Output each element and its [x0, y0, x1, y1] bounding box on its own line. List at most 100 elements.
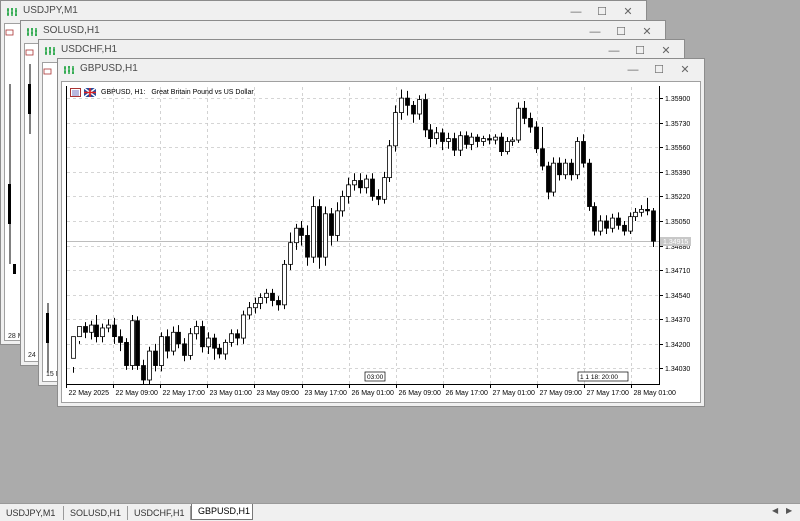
candle — [592, 202, 597, 236]
price-tick-label: 1.34030 — [665, 366, 690, 373]
chart-header: GBPUSD, H1: Great Britain Pound vs US Do… — [70, 88, 254, 97]
tab-scroll-left-icon[interactable]: ◀ — [772, 506, 778, 515]
chart-symbol-icon — [27, 28, 37, 36]
candle — [633, 207, 638, 221]
close-button[interactable]: ✕ — [676, 62, 694, 78]
tab-solusd[interactable]: SOLUSD,H1 — [64, 506, 128, 520]
candle — [458, 131, 463, 156]
time-tick-label: 23 May 01:00 — [210, 390, 253, 397]
minimize-button[interactable]: — — [624, 62, 642, 78]
candle — [200, 320, 205, 353]
candle — [352, 173, 357, 191]
tab-usdjpy[interactable]: USDJPY,M1 — [0, 506, 64, 520]
candle — [106, 319, 111, 333]
candle — [323, 206, 328, 266]
candle — [493, 134, 498, 145]
candle — [340, 190, 345, 217]
candle — [581, 134, 586, 168]
candle — [294, 223, 299, 250]
candle — [569, 158, 574, 181]
candle — [516, 102, 521, 143]
candle — [423, 93, 428, 138]
candle — [628, 212, 633, 234]
time-tick-label: 26 May 17:00 — [446, 390, 489, 397]
candle — [276, 296, 281, 311]
candlestick-chart[interactable]: 1.35900 1.35730 1.35560 1.35390 1.35220 1.350… — [62, 82, 698, 402]
candle — [417, 95, 422, 120]
candle — [563, 158, 568, 180]
candle — [346, 177, 351, 204]
chart-window-gbpusd[interactable]: GBPUSD,H1 — ☐ ✕ 1.35900 1.35730 1.35560 1.3… — [57, 58, 705, 407]
candle — [557, 157, 562, 181]
candle — [282, 260, 287, 310]
chart-list-icon[interactable] — [70, 88, 81, 97]
price-tick-label: 1.34540 — [665, 293, 690, 300]
gbp-flag-icon — [84, 88, 96, 97]
price-axis: 1.35900 1.35730 1.35560 1.35390 1.35220 1.350… — [659, 96, 690, 373]
close-button[interactable]: ✕ — [638, 24, 656, 40]
maximize-button[interactable]: ☐ — [612, 24, 630, 40]
minimize-button[interactable]: — — [567, 4, 585, 20]
price-tick-label: 1.34200 — [665, 342, 690, 349]
candle — [387, 140, 392, 182]
minimize-button[interactable]: — — [586, 24, 604, 40]
candle — [182, 338, 187, 362]
candle — [528, 112, 533, 133]
chart-symbol-icon — [7, 8, 17, 16]
time-tick-label: 26 May 09:00 — [399, 390, 442, 397]
candle — [610, 213, 615, 233]
price-tick-label: 1.34710 — [665, 268, 690, 275]
window-titlebar[interactable]: GBPUSD,H1 — ☐ ✕ — [58, 59, 704, 81]
candle — [317, 199, 322, 269]
candle — [77, 326, 82, 344]
maximize-button[interactable]: ☐ — [631, 43, 649, 59]
candle — [399, 89, 404, 120]
tab-usdchf[interactable]: USDCHF,H1 — [128, 506, 191, 520]
candle — [464, 131, 469, 149]
tab-gbpusd[interactable]: GBPUSD,H1 — [191, 504, 253, 520]
candle — [534, 121, 539, 154]
time-tick-label: 27 May 09:00 — [540, 390, 583, 397]
current-price-tag: 1.34915 — [660, 237, 691, 246]
candle — [393, 105, 398, 152]
candle — [616, 212, 621, 230]
maximize-button[interactable]: ☐ — [650, 62, 668, 78]
candle — [428, 124, 433, 148]
tab-scroll-right-icon[interactable]: ▶ — [786, 506, 792, 515]
candle — [598, 215, 603, 236]
time-tick-label: 22 May 2025 — [69, 390, 110, 397]
time-tick-label: 22 May 17:00 — [163, 390, 206, 397]
candle — [264, 288, 269, 304]
scroll-label-right: 1 1 18: 20:00 — [580, 374, 618, 381]
candle — [153, 343, 158, 372]
candle — [329, 207, 334, 246]
candle — [89, 320, 94, 340]
candle — [247, 301, 252, 320]
candle — [194, 320, 199, 340]
chart-symbol-icon — [45, 47, 55, 55]
minimize-button[interactable]: — — [605, 43, 623, 59]
window-title: USDJPY,M1 — [23, 5, 78, 16]
time-tick-label: 23 May 17:00 — [305, 390, 348, 397]
candle — [499, 132, 504, 156]
maximize-button[interactable]: ☐ — [593, 4, 611, 20]
chart-symbol-icon — [64, 66, 74, 74]
time-tick-label: 22 May 09:00 — [116, 390, 159, 397]
candle — [481, 135, 486, 146]
candle — [446, 132, 451, 149]
candle — [522, 101, 527, 125]
candle — [546, 161, 551, 200]
chart-area[interactable]: 1.35900 1.35730 1.35560 1.35390 1.35220 1.350… — [61, 81, 701, 403]
scroll-label-right-box: 1 1 18: 20:00 — [577, 371, 629, 382]
chart-grid — [67, 87, 659, 384]
candle — [124, 338, 129, 370]
price-tick-label: 1.35220 — [665, 194, 690, 201]
close-button[interactable]: ✕ — [657, 43, 675, 59]
close-button[interactable]: ✕ — [619, 4, 637, 20]
time-tick-label: 28 May 01:00 — [634, 390, 677, 397]
candle — [405, 90, 410, 116]
candle — [505, 137, 510, 155]
candle — [645, 197, 650, 216]
scroll-label-left: 03:00 — [367, 374, 384, 381]
candle — [212, 333, 217, 360]
